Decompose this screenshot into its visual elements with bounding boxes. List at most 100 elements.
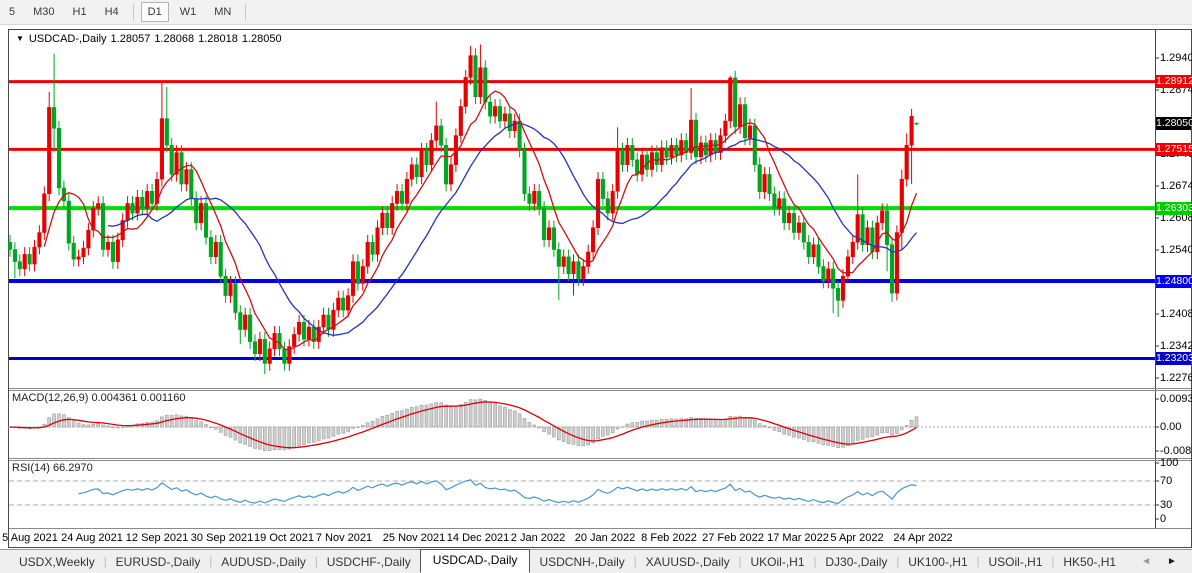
macd-histogram-bar bbox=[224, 427, 227, 436]
tab-ukoil-h1[interactable]: UKOil-,H1 bbox=[742, 551, 814, 573]
tab-scroll-right-icon[interactable]: ► bbox=[1167, 556, 1177, 567]
candle-body bbox=[591, 228, 595, 252]
candle-body bbox=[43, 194, 47, 233]
timeframe-button-M30[interactable]: M30 bbox=[26, 2, 61, 22]
macd-histogram-bar bbox=[827, 427, 830, 445]
tab-xauusd-daily[interactable]: XAUUSD-,Daily bbox=[637, 551, 739, 573]
macd-histogram-bar bbox=[72, 421, 75, 427]
ohlc-close: 1.28050 bbox=[242, 33, 282, 45]
macd-histogram-bar bbox=[307, 427, 310, 443]
macd-histogram-bar bbox=[665, 419, 668, 427]
candle-body bbox=[508, 114, 512, 131]
macd-histogram-bar bbox=[621, 427, 624, 428]
chart-title-line: ▼USDCAD-,Daily1.280571.280681.280181.280… bbox=[16, 33, 286, 45]
tab-usdcnh-daily[interactable]: USDCNH-,Daily bbox=[530, 551, 633, 573]
candle-body bbox=[675, 145, 679, 155]
macd-histogram-bar bbox=[597, 427, 600, 439]
timeframe-button-H4[interactable]: H4 bbox=[98, 2, 126, 22]
tab-uk100-h1[interactable]: UK100-,H1 bbox=[899, 551, 976, 573]
macd-histogram-bar bbox=[538, 427, 541, 428]
macd-histogram-bar bbox=[768, 427, 771, 428]
macd-histogram-bar bbox=[606, 427, 609, 435]
mt4-chart-screen: 5M30H1H4 D1W1MN ▼USDCAD-,Daily1.280571.28… bbox=[0, 0, 1192, 573]
macd-histogram-bar bbox=[283, 427, 286, 450]
candle-body bbox=[204, 203, 208, 237]
macd-histogram-bar bbox=[332, 427, 335, 436]
candle-body bbox=[552, 228, 556, 250]
macd-histogram-bar bbox=[499, 406, 502, 427]
candle-body bbox=[150, 191, 154, 203]
tab-scroll-left-icon[interactable]: ◄ bbox=[1141, 556, 1151, 567]
macd-histogram-bar bbox=[631, 423, 634, 427]
symbol-dropdown-icon[interactable]: ▼ bbox=[16, 34, 24, 43]
candle-body bbox=[234, 283, 238, 312]
candle-body bbox=[528, 194, 532, 204]
candle-body bbox=[243, 315, 247, 330]
macd-histogram-bar bbox=[793, 427, 796, 437]
macd-histogram-bar bbox=[401, 411, 404, 427]
candle-body bbox=[185, 170, 189, 185]
candle-body bbox=[542, 208, 546, 240]
candle-body bbox=[219, 242, 223, 276]
timeframe-button-H1[interactable]: H1 bbox=[66, 2, 94, 22]
macd-histogram-bar bbox=[327, 427, 330, 438]
chart-tab-bar: USDX,Weekly|EURUSD-,Daily|AUDUSD-,Daily|… bbox=[0, 549, 1192, 573]
candle-body bbox=[101, 203, 105, 249]
x-axis-tick: 2 Jan 2022 bbox=[511, 532, 565, 544]
macd-histogram-bar bbox=[562, 427, 565, 442]
rsi-axis-tick: 30 bbox=[1160, 499, 1172, 511]
candle-body bbox=[616, 150, 620, 191]
macd-histogram-bar bbox=[670, 419, 673, 427]
candle-body bbox=[743, 105, 747, 138]
candle-body bbox=[831, 269, 835, 288]
timeframe-button-MN[interactable]: MN bbox=[207, 2, 238, 22]
candle-body bbox=[498, 106, 502, 121]
candle-body bbox=[87, 230, 91, 248]
chart-canvas[interactable] bbox=[0, 0, 1192, 573]
tab-hk50-h1[interactable]: HK50-,H1 bbox=[1054, 551, 1125, 573]
candle-body bbox=[258, 339, 262, 354]
candle-body bbox=[131, 203, 135, 213]
tab-usoil-h1[interactable]: USOil-,H1 bbox=[980, 551, 1052, 573]
x-axis-tick: 19 Oct 2021 bbox=[254, 532, 314, 544]
candle-body bbox=[435, 126, 439, 141]
candle-body bbox=[905, 145, 909, 179]
x-axis-tick: 27 Feb 2022 bbox=[702, 532, 764, 544]
timeframe-button-D1[interactable]: D1 bbox=[141, 2, 169, 22]
macd-histogram-bar bbox=[430, 404, 433, 427]
macd-histogram-bar bbox=[748, 418, 751, 427]
x-axis-tick: 24 Apr 2022 bbox=[893, 532, 952, 544]
macd-histogram-bar bbox=[322, 427, 325, 439]
candle-body bbox=[518, 121, 522, 150]
tab-usdchf-daily[interactable]: USDCHF-,Daily bbox=[318, 551, 420, 573]
candle-body bbox=[910, 116, 914, 145]
tab-eurusd-daily[interactable]: EURUSD-,Daily bbox=[107, 551, 210, 573]
macd-histogram-bar bbox=[886, 427, 889, 433]
candle-body bbox=[547, 228, 551, 240]
rsi-name: RSI(14) bbox=[12, 462, 50, 474]
candle-body bbox=[537, 191, 541, 208]
macd-histogram-bar bbox=[484, 400, 487, 427]
x-axis-tick: 12 Sep 2021 bbox=[126, 532, 188, 544]
macd-histogram-bar bbox=[219, 427, 222, 432]
candle-body bbox=[758, 165, 762, 192]
price-badge-1.27515: 1.27515 bbox=[1156, 143, 1191, 156]
candle-body bbox=[67, 201, 71, 243]
x-axis-tick: 17 Mar 2022 bbox=[767, 532, 829, 544]
macd-histogram-bar bbox=[200, 422, 203, 427]
x-axis-tick: 5 Apr 2022 bbox=[830, 532, 883, 544]
tab-usdcad-daily[interactable]: USDCAD-,Daily bbox=[420, 549, 531, 573]
timeframe-button-W1[interactable]: W1 bbox=[173, 2, 204, 22]
tab-usdx-weekly[interactable]: USDX,Weekly bbox=[10, 551, 104, 573]
tab-dj30-daily[interactable]: DJ30-,Daily bbox=[816, 551, 896, 573]
candle-body bbox=[582, 266, 586, 278]
candle-body bbox=[479, 68, 483, 97]
macd-histogram-bar bbox=[533, 425, 536, 427]
macd-histogram-bar bbox=[312, 427, 315, 442]
candle-body bbox=[763, 174, 767, 191]
tab-audusd-daily[interactable]: AUDUSD-,Daily bbox=[212, 551, 315, 573]
candle-body bbox=[836, 288, 840, 300]
candle-body bbox=[263, 339, 267, 363]
candle-body bbox=[165, 119, 169, 146]
timeframe-button-5[interactable]: 5 bbox=[2, 2, 22, 22]
